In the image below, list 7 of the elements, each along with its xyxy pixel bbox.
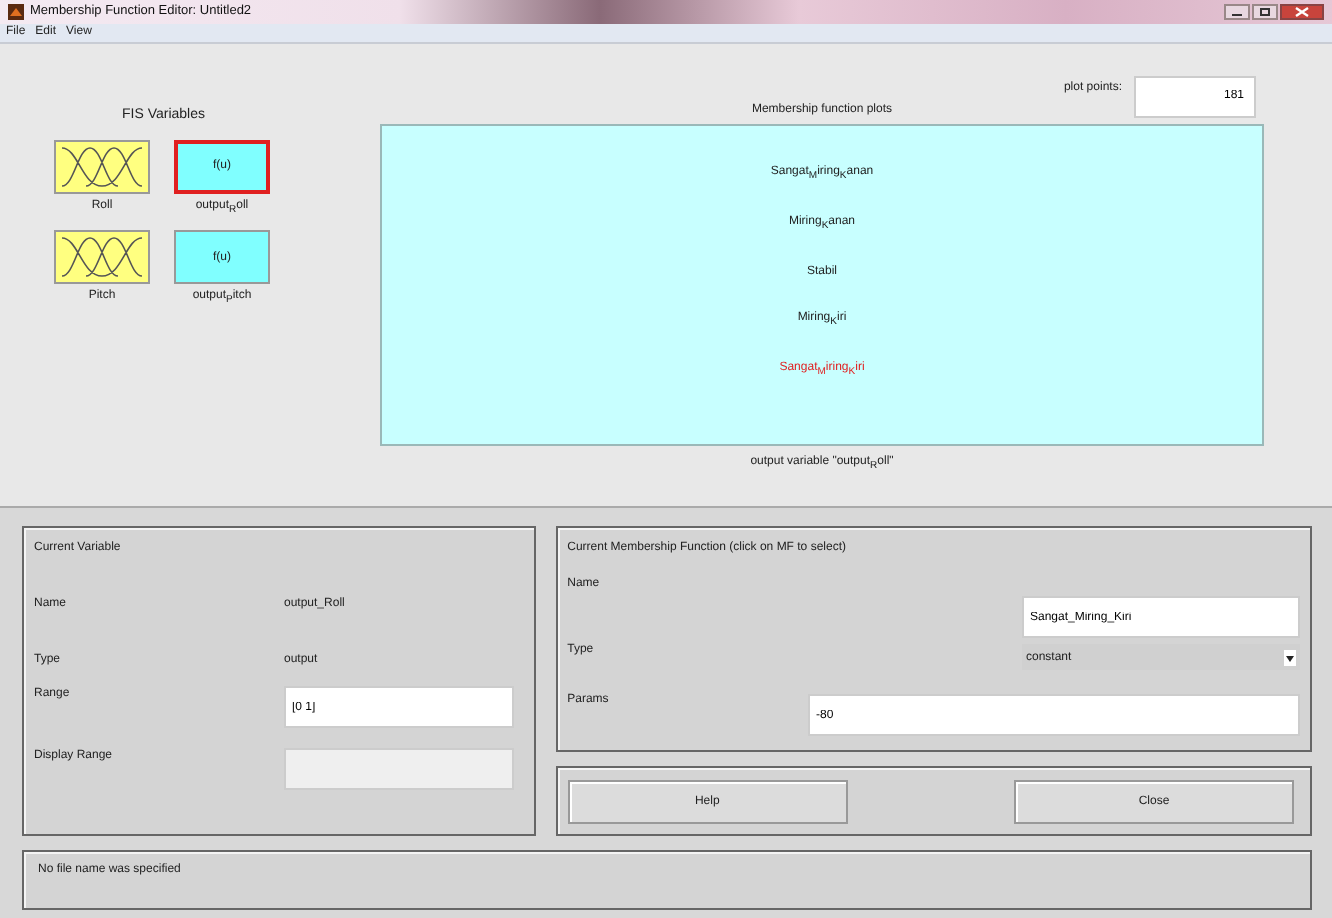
input-variable-drawing[interactable] [54, 139, 150, 194]
minimize-icon[interactable] [1224, 3, 1250, 20]
input-variable-drawing[interactable] [54, 230, 150, 285]
close-icon[interactable] [1280, 3, 1324, 20]
dropdown-arrow-icon [1284, 649, 1296, 665]
app-icon [8, 3, 24, 20]
maximize-icon[interactable] [1252, 3, 1278, 20]
